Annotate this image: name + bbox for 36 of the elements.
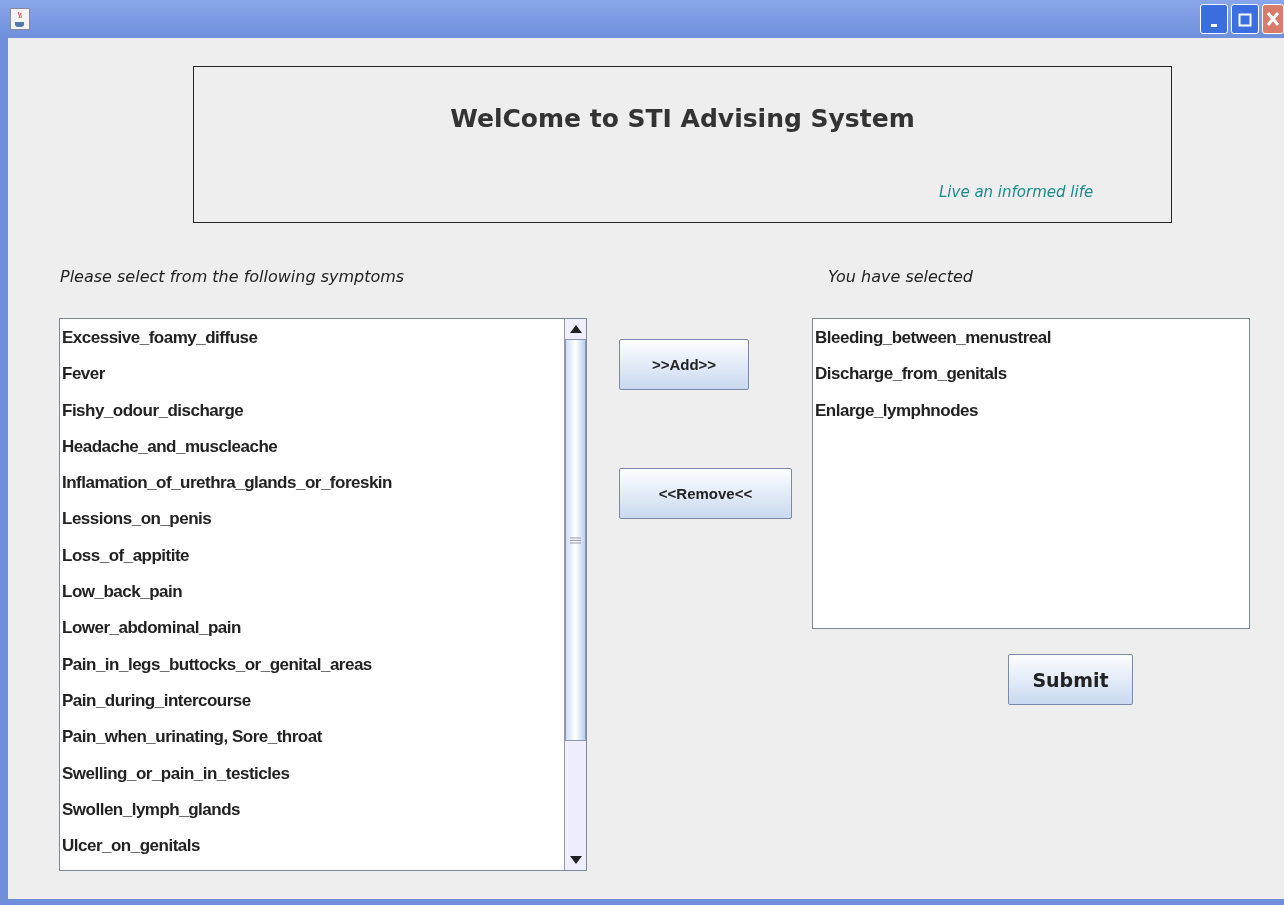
tagline: Live an informed life: [939, 183, 1094, 201]
list-item[interactable]: Swelling_or_pain_in_testicles: [62, 760, 564, 797]
scroll-thumb[interactable]: [565, 339, 586, 741]
list-item[interactable]: Loss_of_appitite: [62, 542, 564, 580]
list-item[interactable]: Lower_abdominal_pain: [62, 615, 564, 652]
maximize-button[interactable]: [1231, 4, 1259, 34]
scroll-down-icon[interactable]: [569, 856, 582, 864]
list-item[interactable]: Pain_when_urinating, Sore_throat: [62, 724, 564, 761]
app-title: WelCome to STI Advising System: [449, 104, 916, 133]
list-item[interactable]: Pain_in_legs_buttocks_or_genital_areas: [62, 651, 564, 688]
maximize-icon: [1238, 13, 1252, 27]
cup-icon: [10, 8, 30, 30]
list-item[interactable]: Fishy_odour_discharge: [62, 397, 564, 434]
scroll-up-icon[interactable]: [569, 325, 582, 333]
close-icon: [1266, 11, 1280, 27]
list-item[interactable]: Inflamation_of_urethra_glands_or_foreskin: [62, 470, 564, 507]
remove-button[interactable]: <<Remove<<: [619, 468, 792, 519]
list-item[interactable]: Ulcer_on_genitals: [62, 833, 564, 870]
list-item[interactable]: Swollen_lymph_glands: [62, 796, 564, 834]
minimize-icon: [1211, 24, 1217, 27]
list-item[interactable]: Lessions_on_penis: [62, 506, 564, 543]
list-label: You have selected: [828, 267, 974, 288]
close-button[interactable]: [1262, 4, 1284, 34]
list-item[interactable]: Low_back_pain: [62, 579, 564, 616]
minimize-button[interactable]: [1200, 4, 1228, 34]
list-item[interactable]: Fever: [62, 361, 564, 398]
add-button[interactable]: >>Add>>: [619, 339, 749, 390]
list-item[interactable]: Excessive_foamy_diffuse: [62, 325, 564, 362]
list-label: Please select from the following symptoms: [60, 267, 406, 288]
list-item[interactable]: Headache_and_muscleache: [62, 433, 564, 471]
scrollbar[interactable]: [564, 319, 586, 870]
list-item[interactable]: Pain_during_intercourse: [62, 687, 564, 725]
list-item[interactable]: Discharge_from_genitals: [815, 361, 1249, 398]
list-item[interactable]: Bleeding_between_menustreal: [815, 325, 1249, 362]
submit-button[interactable]: Submit: [1008, 654, 1133, 705]
list-item[interactable]: Enlarge_lymphnodes: [815, 397, 1249, 434]
